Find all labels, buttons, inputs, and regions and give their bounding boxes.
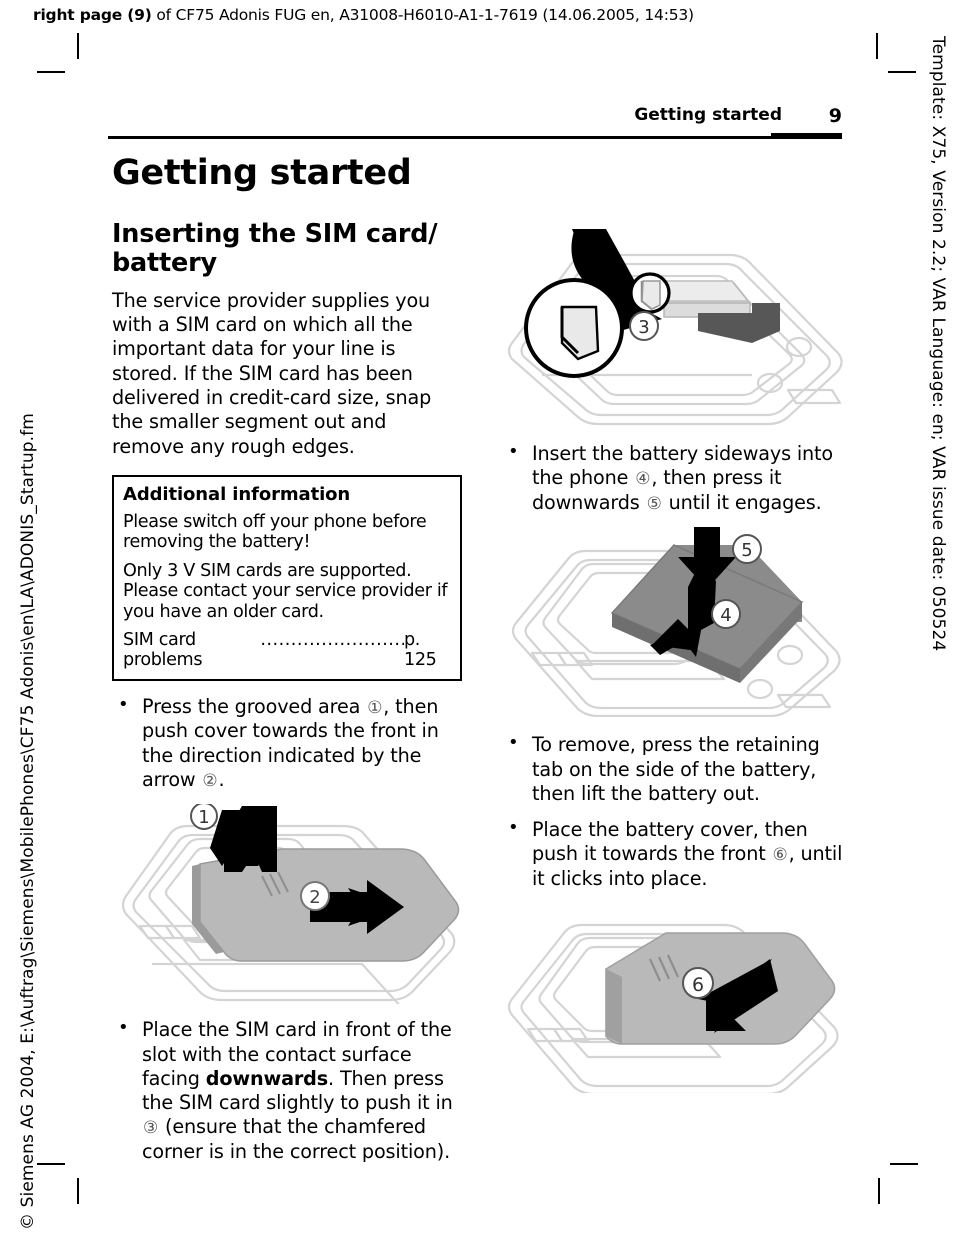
template-version-slug: Template: X75, Version 2.2; VAR Language… [928,36,948,652]
arrow-down-shape [210,810,270,867]
phone-sim-card-insertion-diagram: 3 [502,225,854,430]
left-side-slug-area: © Siemens AG 2004, E:\Auftrag\Siemens\Mo… [12,413,38,1230]
list-item: Place the SIM card in front of the slot … [112,1017,462,1164]
battery-insertion-illustration: 5 4 [511,527,841,718]
left-bullet-list-1: Press the grooved area ①, then push cove… [112,694,462,793]
svg-text:4: 4 [720,605,731,626]
section-heading: Inserting the SIM card/ battery [112,218,438,279]
svg-text:1: 1 [198,807,209,828]
crop-mark-top-left-horizontal [37,71,65,73]
callout-3: 3 [629,311,659,341]
header-chapter-name: Getting started [634,105,782,125]
callout-number: ③ [143,1118,159,1139]
bullet-text: Press the grooved area [142,694,367,718]
phone-battery-cover-replace-diagram: 6 [502,903,854,1094]
callout-1: 1 [190,804,218,831]
svg-text:5: 5 [741,540,752,561]
emphasis-text: downwards [205,1066,329,1090]
bullet-text: until it engages. [662,490,822,514]
printer-slug-page-label: right page (9) [33,6,152,24]
bullet-text: (ensure that the chamfered corner is in … [142,1115,451,1163]
infobox-title: Additional information [123,483,351,505]
infobox-cross-reference: SIM card problems ......................… [123,630,451,671]
page-header: Getting started 9 [108,105,842,135]
page-title: Getting started [112,153,412,193]
bullet-text: To remove, press the retaining tab on th… [532,733,820,805]
copyright-path-slug: © Siemens AG 2004, E:\Auftrag\Siemens\Mo… [18,413,38,1230]
additional-information-box: Additional information Please switch off… [112,474,462,681]
left-bullet-list-2: Place the SIM card in front of the slot … [112,1017,462,1164]
list-item: To remove, press the retaining tab on th… [502,732,854,806]
bullet-text: Place the battery cover, then push it to… [532,818,808,866]
list-item: Press the grooved area ①, then push cove… [112,694,462,793]
left-column: Getting started Inserting the SIM card/ … [112,155,462,1176]
list-item: Insert the battery sideways into the pho… [502,441,854,515]
magnifier-detail-circle [524,278,624,378]
detail-marker-circle [629,272,671,314]
right-bullet-list-1: Insert the battery sideways into the pho… [502,441,854,515]
list-item: Place the battery cover, then push it to… [502,817,854,891]
header-rule-thin [108,136,771,139]
crop-mark-top-right-vertical [876,33,878,59]
infobox-paragraph-1: Please switch off your phone before remo… [123,511,427,553]
printer-slug: right page (9) of CF75 Adonis FUG en, A3… [33,6,694,24]
callout-5: 5 [732,534,762,565]
callout-2: 2 [300,881,330,912]
svg-text:6: 6 [692,974,704,996]
cover-replace-illustration: 6 [507,924,839,1094]
callout-number: ④ [635,469,651,490]
phone-battery-insertion-diagram: 5 4 [502,527,854,718]
svg-text:3: 3 [638,317,649,338]
crop-mark-bottom-right-horizontal [890,1163,918,1165]
callout-number: ⑤ [646,493,662,514]
crop-mark-bottom-left-vertical [77,1178,79,1204]
crop-mark-top-right-horizontal [888,71,916,73]
printer-slug-document-info: of CF75 Adonis FUG en, A31008-H6010-A1-1… [151,6,694,24]
intro-paragraph: The service provider supplies you with a… [112,288,432,458]
callout-number: ② [202,770,218,791]
phone-battery-cover-removal-diagram: 1 2 [112,804,462,1005]
right-side-slug-area: Template: X75, Version 2.2; VAR Language… [928,36,954,736]
callout-number: ⑥ [772,845,788,866]
xref-leader-dots: ........................... [260,629,404,650]
callout-6: 6 [682,967,714,1000]
cover-removal-illustration: 1 2 [121,804,460,1005]
header-rule-thick [771,133,842,139]
xref-page: p. 125 [403,629,437,671]
xref-label: SIM card problems [123,629,203,671]
crop-mark-bottom-right-vertical [878,1178,880,1204]
callout-4: 4 [711,599,741,630]
header-page-number: 9 [828,105,842,127]
svg-text:2: 2 [309,887,320,908]
right-column: 3 Insert the battery sideways into the p… [502,225,854,1094]
crop-mark-bottom-left-horizontal [37,1163,65,1165]
sim-insertion-illustration: 3 [507,229,843,426]
crop-mark-top-left-vertical [77,33,79,59]
right-bullet-list-2: To remove, press the retaining tab on th… [502,732,854,891]
infobox-paragraph-2: Only 3 V SIM cards are supported. Please… [123,560,448,622]
callout-number: ① [367,697,383,718]
bullet-text: . [218,767,225,791]
